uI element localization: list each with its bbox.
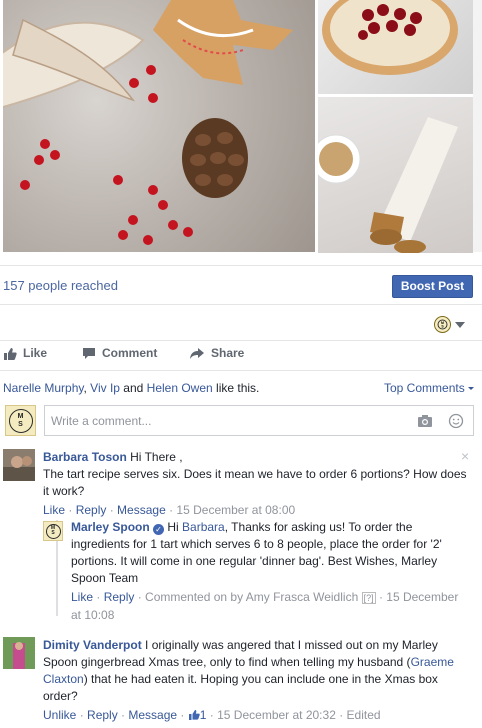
thumbs-up-icon bbox=[4, 347, 17, 360]
photo-cherry-tart-art bbox=[322, 0, 458, 75]
top-comments-dropdown[interactable]: Top Comments bbox=[384, 381, 474, 395]
message-link[interactable]: Message bbox=[128, 708, 177, 722]
post-as-page-selector[interactable]: MS bbox=[434, 316, 465, 333]
verified-badge-icon: ✓ bbox=[153, 524, 165, 535]
liker-link[interactable]: Viv Ip bbox=[90, 381, 120, 395]
commenter-name[interactable]: Barbara Toson bbox=[43, 450, 127, 464]
post-action-bar: Like Comment Share bbox=[0, 346, 482, 364]
share-label: Share bbox=[211, 346, 245, 360]
liker-link[interactable]: Narelle Murphy bbox=[3, 381, 83, 395]
comment-composer[interactable] bbox=[44, 405, 474, 436]
comment-time[interactable]: 15 December at 20:32 bbox=[217, 708, 336, 722]
photo-edge-strip bbox=[473, 0, 482, 252]
comment-like-count[interactable]: 1 bbox=[188, 708, 206, 722]
chevron-down-icon bbox=[467, 386, 474, 390]
avatar-photo bbox=[3, 449, 35, 481]
mention-link[interactable]: Barbara bbox=[182, 520, 225, 534]
marley-spoon-logo: M S bbox=[8, 408, 33, 433]
like-link[interactable]: Like bbox=[71, 590, 93, 604]
comment-label: Comment bbox=[102, 346, 158, 360]
replier-name[interactable]: Marley Spoon bbox=[71, 520, 150, 534]
svg-text:S: S bbox=[441, 325, 444, 329]
commented-on-by: Commented on by Amy Frasca Weidlich bbox=[145, 590, 359, 604]
divider bbox=[0, 370, 482, 371]
comment-meta: Unlike · Reply · Message · 1 · 15 Decemb… bbox=[43, 708, 381, 722]
comment-button[interactable]: Comment bbox=[82, 346, 157, 360]
photo-christmas-cookies-pinecone[interactable] bbox=[3, 0, 315, 252]
commenter-avatar[interactable] bbox=[3, 637, 35, 669]
avatar-photo bbox=[3, 637, 35, 669]
photo-stollen-cake[interactable] bbox=[318, 97, 473, 253]
like-label: Like bbox=[23, 346, 48, 360]
camera-icon[interactable] bbox=[417, 413, 433, 429]
unlike-link[interactable]: Unlike bbox=[43, 708, 76, 722]
comment: Barbara Toson Hi There , The tart recipe… bbox=[43, 449, 468, 519]
boost-post-button[interactable]: Boost Post bbox=[392, 275, 473, 298]
commenter-name[interactable]: Dimity Vanderpot bbox=[43, 638, 142, 652]
comment-meta: Like · Reply · Commented on by Amy Frasc… bbox=[71, 590, 459, 622]
comment-meta: Like · Reply · Message · 15 December at … bbox=[43, 503, 296, 517]
emoji-icon[interactable] bbox=[448, 413, 464, 429]
replier-avatar[interactable]: M S bbox=[43, 521, 63, 541]
like-button[interactable]: Like bbox=[3, 346, 47, 360]
reply-link[interactable]: Reply bbox=[104, 590, 135, 604]
divider bbox=[0, 304, 482, 305]
help-icon[interactable]: [?] bbox=[361, 592, 376, 604]
photo-cherry-tart[interactable] bbox=[318, 0, 473, 94]
comment-input[interactable] bbox=[51, 413, 401, 428]
photo-stollen-cake-art bbox=[318, 117, 458, 253]
share-button[interactable]: Share bbox=[189, 346, 244, 360]
marley-spoon-logo: M S bbox=[45, 523, 61, 539]
divider bbox=[0, 340, 482, 341]
comment: Dimity Vanderpot I originally was angere… bbox=[43, 637, 468, 724]
share-arrow-icon bbox=[190, 347, 204, 359]
composer-avatar: M S bbox=[5, 405, 36, 436]
liker-link[interactable]: Helen Owen bbox=[147, 381, 213, 395]
post-photo-collage[interactable] bbox=[0, 0, 482, 254]
chevron-down-icon bbox=[455, 321, 465, 328]
like-link[interactable]: Like bbox=[43, 503, 65, 517]
reply-link[interactable]: Reply bbox=[76, 503, 107, 517]
page-avatar-icon: MS bbox=[434, 316, 451, 333]
people-reached[interactable]: 157 people reached bbox=[3, 278, 118, 293]
reply-comment: Marley Spoon ✓ Hi Barbara, Thanks for as… bbox=[71, 519, 461, 624]
edited-label[interactable]: Edited bbox=[347, 708, 381, 722]
photo-christmas-cookies-art bbox=[3, 0, 293, 245]
comment-text: ) that he had eaten it. Hoping you can i… bbox=[43, 672, 438, 703]
commenter-avatar[interactable] bbox=[3, 449, 35, 481]
thumbs-up-icon bbox=[188, 710, 200, 720]
message-link[interactable]: Message bbox=[117, 503, 166, 517]
comment-bubble-icon bbox=[83, 347, 95, 359]
likers-summary: Narelle Murphy, Viv Ip and Helen Owen li… bbox=[3, 381, 260, 395]
comment-time[interactable]: 15 December at 08:00 bbox=[176, 503, 295, 517]
reply-link[interactable]: Reply bbox=[87, 708, 118, 722]
divider bbox=[0, 265, 482, 266]
